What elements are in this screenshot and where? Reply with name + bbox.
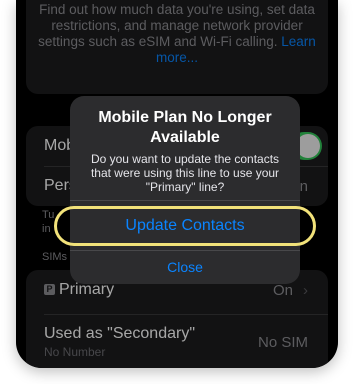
alert-dialog: Mobile Plan No Longer Available Do you w… [54,96,316,284]
mobile-settings-page: Find out how much data you're using, set… [16,0,338,368]
alert-title: Mobile Plan No Longer Available [98,109,272,146]
close-button[interactable]: Close [70,252,300,282]
update-contacts-button[interactable]: Update Contacts [54,206,316,246]
alert-divider [70,200,300,201]
alert-message: Do you want to update the contacts that … [90,152,280,194]
alert-divider [70,250,300,251]
phone-screen: Find out how much data you're using, set… [16,0,338,368]
